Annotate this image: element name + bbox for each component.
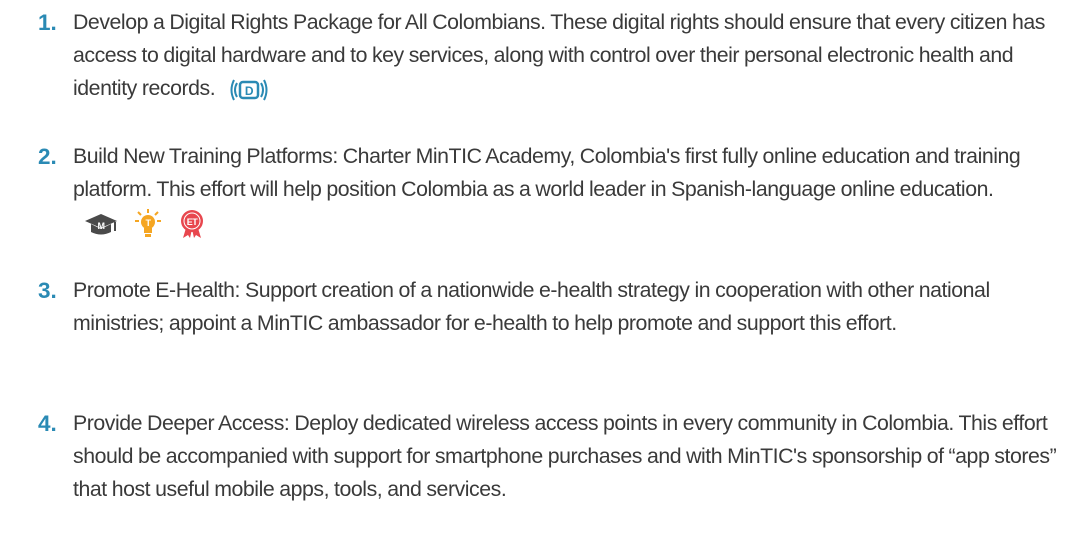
item-number: 2. [38, 144, 57, 169]
item-text: Provide Deeper Access: Deploy dedicated … [73, 411, 1057, 501]
medal-icon-letters: ET [187, 217, 199, 227]
item-text-container: Build New Training Platforms: Charter Mi… [73, 140, 1069, 240]
medal-icon: ET [180, 210, 203, 239]
item-text: Build New Training Platforms: Charter Mi… [73, 144, 1021, 201]
item-number: 3. [38, 278, 57, 303]
mortarboard-icon: M [85, 214, 117, 235]
mortarboard-icon-letter: M [97, 221, 104, 231]
digital-rights-icon: D [230, 79, 268, 101]
item-icons: D [230, 73, 276, 106]
item-text: Develop a Digital Rights Package for All… [73, 10, 1045, 100]
item-text-container: Develop a Digital Rights Package for All… [73, 6, 1069, 106]
item-text-container: Promote E-Health: Support creation of a … [73, 274, 1069, 340]
item-icons: M T ET [83, 207, 215, 240]
digital-rights-icon-letter: D [245, 84, 254, 98]
item-text: Promote E-Health: Support creation of a … [73, 278, 990, 335]
lightbulb-icon: T [134, 209, 161, 238]
item-number: 4. [38, 411, 57, 436]
item-number: 1. [38, 10, 57, 35]
item-text-container: Provide Deeper Access: Deploy dedicated … [73, 407, 1069, 506]
